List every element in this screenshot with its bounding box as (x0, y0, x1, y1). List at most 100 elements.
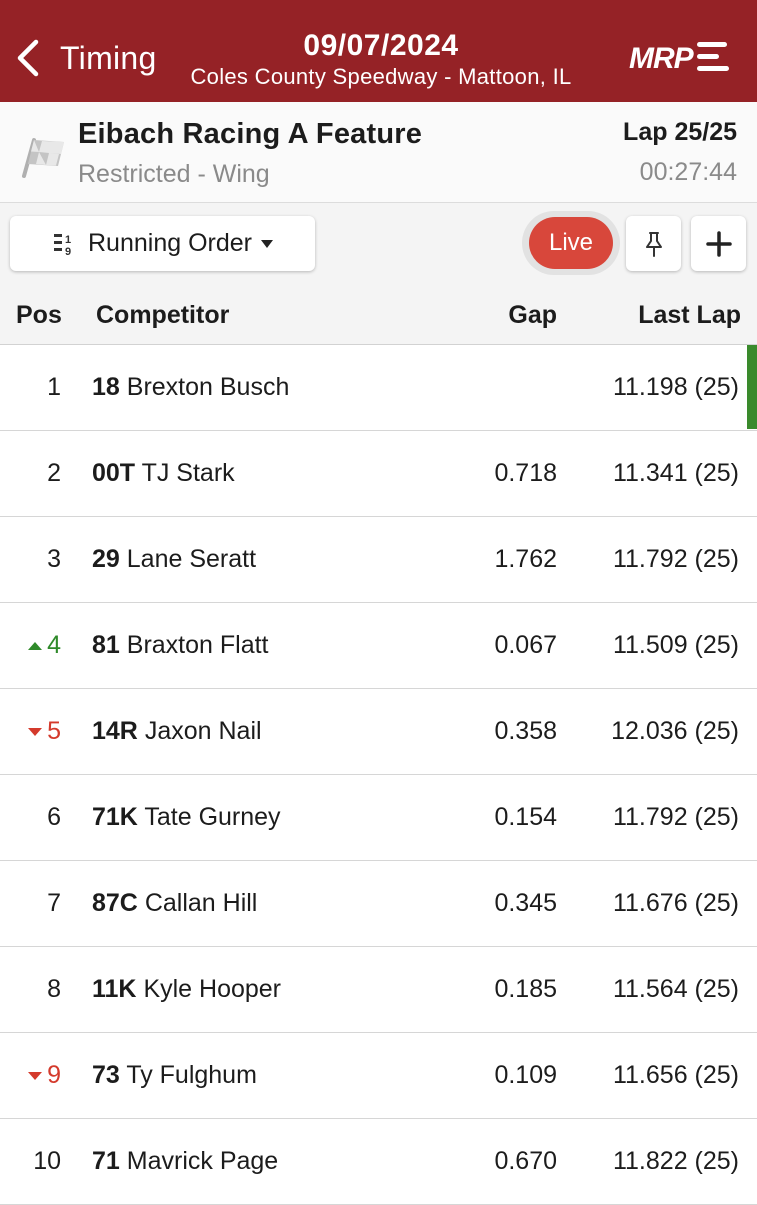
table-header: Pos Competitor Gap Last Lap (0, 285, 757, 346)
position-cell: 6 (47, 803, 61, 832)
position-value: 1 (47, 373, 61, 401)
position-value: 2 (47, 459, 61, 487)
chevron-left-icon (17, 39, 39, 77)
car-number: 18 (92, 373, 120, 401)
competitor-cell: 11K Kyle Hooper (92, 975, 281, 1004)
table-row[interactable]: 7 87C Callan Hill 0.345 11.676 (25) (0, 861, 757, 947)
table-row[interactable]: 4 81 Braxton Flatt 0.067 11.509 (25) (0, 603, 757, 689)
last-lap-cell: 11.676 (25) (612, 889, 739, 917)
leader-indicator (747, 345, 757, 429)
header-competitor[interactable]: Competitor (96, 301, 229, 330)
last-lap-cell: 11.792 (25) (612, 803, 739, 831)
position-cell: 8 (47, 975, 61, 1004)
back-button[interactable]: Timing (14, 38, 157, 78)
driver-name: Brexton Busch (126, 373, 290, 401)
driver-name: Jaxon Nail (144, 717, 262, 745)
race-class: Restricted - Wing (78, 160, 270, 188)
position-value: 6 (47, 803, 61, 831)
live-button[interactable]: Live (529, 217, 613, 269)
gap-cell: 0.670 (494, 1147, 557, 1175)
event-date: 09/07/2024 (303, 29, 459, 62)
competitor-cell: 87C Callan Hill (92, 889, 257, 918)
running-order-dropdown[interactable]: 1 9 Running Order (10, 216, 315, 271)
elapsed-time: 00:27:44 (639, 158, 737, 186)
header-pos[interactable]: Pos (16, 301, 62, 330)
position-value: 10 (33, 1147, 61, 1175)
gap-cell: 0.185 (494, 975, 557, 1003)
pin-button[interactable] (626, 216, 681, 271)
driver-name: Mavrick Page (126, 1147, 279, 1175)
position-cell: 7 (47, 889, 61, 918)
car-number: 14R (92, 717, 138, 745)
driver-name: Tate Gurney (144, 803, 281, 831)
position-cell: 9 (27, 1061, 61, 1090)
car-number: 87C (92, 889, 138, 917)
add-button[interactable] (691, 216, 746, 271)
position-value: 9 (47, 1061, 61, 1089)
gap-cell: 0.718 (494, 459, 557, 487)
mrp-logo: MRP (629, 38, 729, 80)
gap-cell: 0.109 (494, 1061, 557, 1089)
results-list: 1 18 Brexton Busch 11.198 (25) 2 00T TJ Sta… (0, 345, 757, 1205)
position-value: 4 (47, 631, 61, 659)
position-cell: 10 (33, 1147, 61, 1176)
last-lap-cell: 11.509 (25) (612, 631, 739, 659)
competitor-cell: 71K Tate Gurney (92, 803, 281, 832)
last-lap-cell: 11.341 (25) (612, 459, 739, 487)
position-down-icon (28, 1071, 43, 1080)
gap-cell: 0.154 (494, 803, 557, 831)
live-toggle-container: Live (522, 211, 620, 275)
gap-cell: 0.345 (494, 889, 557, 917)
position-value: 8 (47, 975, 61, 1003)
position-value: 3 (47, 545, 61, 573)
table-row[interactable]: 5 14R Jaxon Nail 0.358 12.036 (25) (0, 689, 757, 775)
position-cell: 3 (47, 545, 61, 574)
lap-counter: Lap 25/25 (623, 118, 737, 146)
table-row[interactable]: 9 73 Ty Fulghum 0.109 11.656 (25) (0, 1033, 757, 1119)
track-name: Coles County Speedway - Mattoon, IL (190, 64, 572, 89)
car-number: 00T (92, 459, 136, 487)
position-up-icon (28, 641, 43, 650)
position-cell: 5 (27, 717, 61, 746)
race-title: Eibach Racing A Feature (78, 118, 423, 150)
caret-down-icon (260, 239, 273, 248)
sort-icon: 1 9 (54, 233, 71, 257)
top-bar: Timing 09/07/2024 Coles County Speedway … (0, 0, 757, 102)
plus-icon (705, 230, 732, 257)
table-row[interactable]: 2 00T TJ Stark 0.718 11.341 (25) (0, 431, 757, 517)
position-cell: 2 (47, 459, 61, 488)
toolbar: 1 9 Running Order Live (0, 203, 757, 285)
competitor-cell: 18 Brexton Busch (92, 373, 289, 402)
position-value: 5 (47, 717, 61, 745)
table-row[interactable]: 8 11K Kyle Hooper 0.185 11.564 (25) (0, 947, 757, 1033)
running-order-label: Running Order (88, 229, 252, 257)
table-row[interactable]: 1 18 Brexton Busch 11.198 (25) (0, 345, 757, 431)
last-lap-cell: 11.792 (25) (612, 545, 739, 573)
pin-icon (645, 231, 662, 257)
competitor-cell: 73 Ty Fulghum (92, 1061, 257, 1090)
gap-cell: 0.067 (494, 631, 557, 659)
position-cell: 4 (27, 631, 61, 660)
last-lap-cell: 11.822 (25) (612, 1147, 739, 1175)
position-value: 7 (47, 889, 61, 917)
car-number: 73 (92, 1061, 120, 1089)
logo-text: MRP (629, 42, 694, 75)
header-last-lap[interactable]: Last Lap (638, 301, 741, 330)
car-number: 71 (92, 1147, 120, 1175)
driver-name: Braxton Flatt (126, 631, 269, 659)
competitor-cell: 00T TJ Stark (92, 459, 235, 488)
last-lap-cell: 11.656 (25) (612, 1061, 739, 1089)
driver-name: Lane Seratt (126, 545, 257, 573)
competitor-cell: 29 Lane Seratt (92, 545, 256, 574)
table-row[interactable]: 10 71 Mavrick Page 0.670 11.822 (25) (0, 1119, 757, 1205)
table-row[interactable]: 6 71K Tate Gurney 0.154 11.792 (25) (0, 775, 757, 861)
driver-name: Ty Fulghum (126, 1061, 257, 1089)
car-number: 81 (92, 631, 120, 659)
table-row[interactable]: 3 29 Lane Seratt 1.762 11.792 (25) (0, 517, 757, 603)
driver-name: Callan Hill (144, 889, 258, 917)
position-cell: 1 (47, 373, 61, 402)
last-lap-cell: 11.198 (25) (612, 373, 739, 401)
header-gap[interactable]: Gap (508, 301, 557, 330)
competitor-cell: 14R Jaxon Nail (92, 717, 262, 746)
driver-name: TJ Stark (141, 459, 235, 487)
